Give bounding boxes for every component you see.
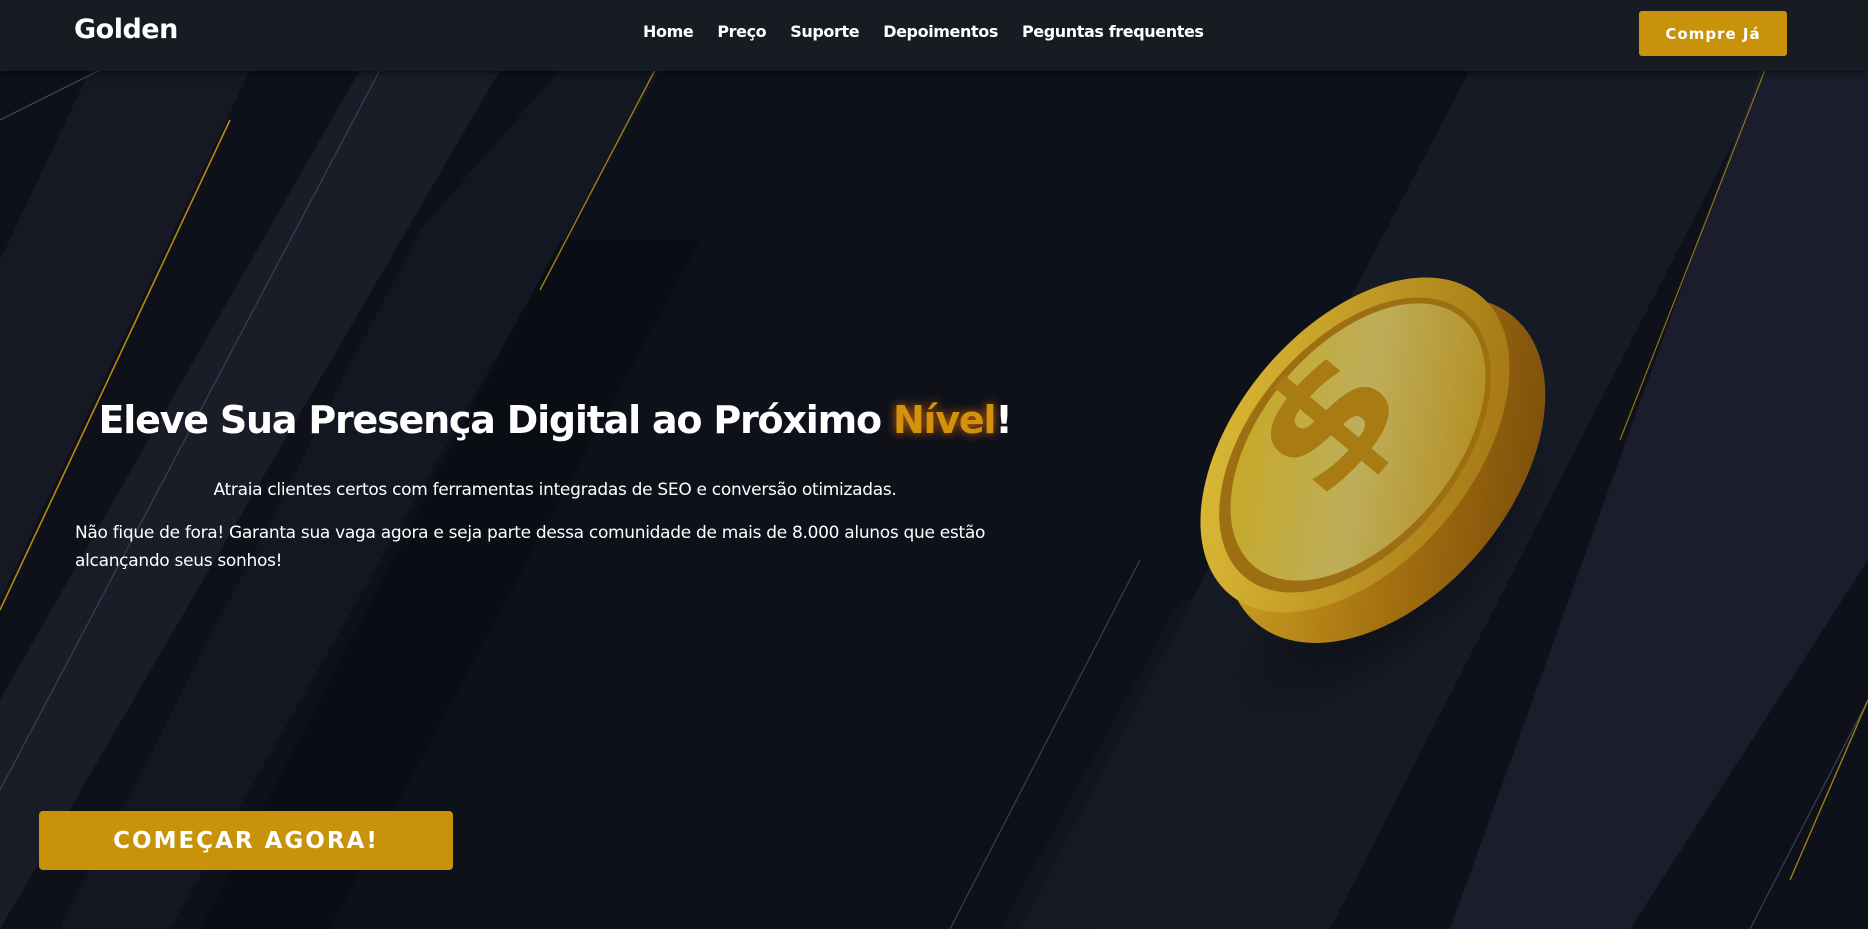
nav-link-faq[interactable]: Peguntas frequentes xyxy=(1022,22,1204,41)
gold-dollar-coin-icon: $ xyxy=(1200,277,1559,720)
hero-title-accent: Nível xyxy=(892,398,997,442)
hero-title-end: ! xyxy=(995,398,1012,442)
main-nav: Home Preço Suporte Depoimentos Peguntas … xyxy=(643,22,1204,41)
nav-link-testimonials[interactable]: Depoimentos xyxy=(883,22,998,41)
nav-link-price[interactable]: Preço xyxy=(717,22,766,41)
start-now-button[interactable]: COMEÇAR AGORA! xyxy=(39,811,453,870)
hero-title-main: Eleve Sua Presença Digital ao Próximo xyxy=(98,398,893,442)
landing-page: Golden Home Preço Suporte Depoimentos Pe… xyxy=(0,0,1868,929)
nav-link-home[interactable]: Home xyxy=(643,22,694,41)
hero-description: Não fique de fora! Garanta sua vaga agor… xyxy=(75,523,986,571)
brand-logo[interactable]: Golden xyxy=(74,14,178,45)
hero-subtitle: Atraia clientes certos com ferramentas i… xyxy=(213,480,897,500)
hero-title: Eleve Sua Presença Digital ao Próximo Ní… xyxy=(75,398,1035,442)
top-navbar: Golden Home Preço Suporte Depoimentos Pe… xyxy=(0,0,1868,71)
nav-link-support[interactable]: Suporte xyxy=(790,22,859,41)
buy-now-button[interactable]: Compre Já xyxy=(1639,11,1787,56)
